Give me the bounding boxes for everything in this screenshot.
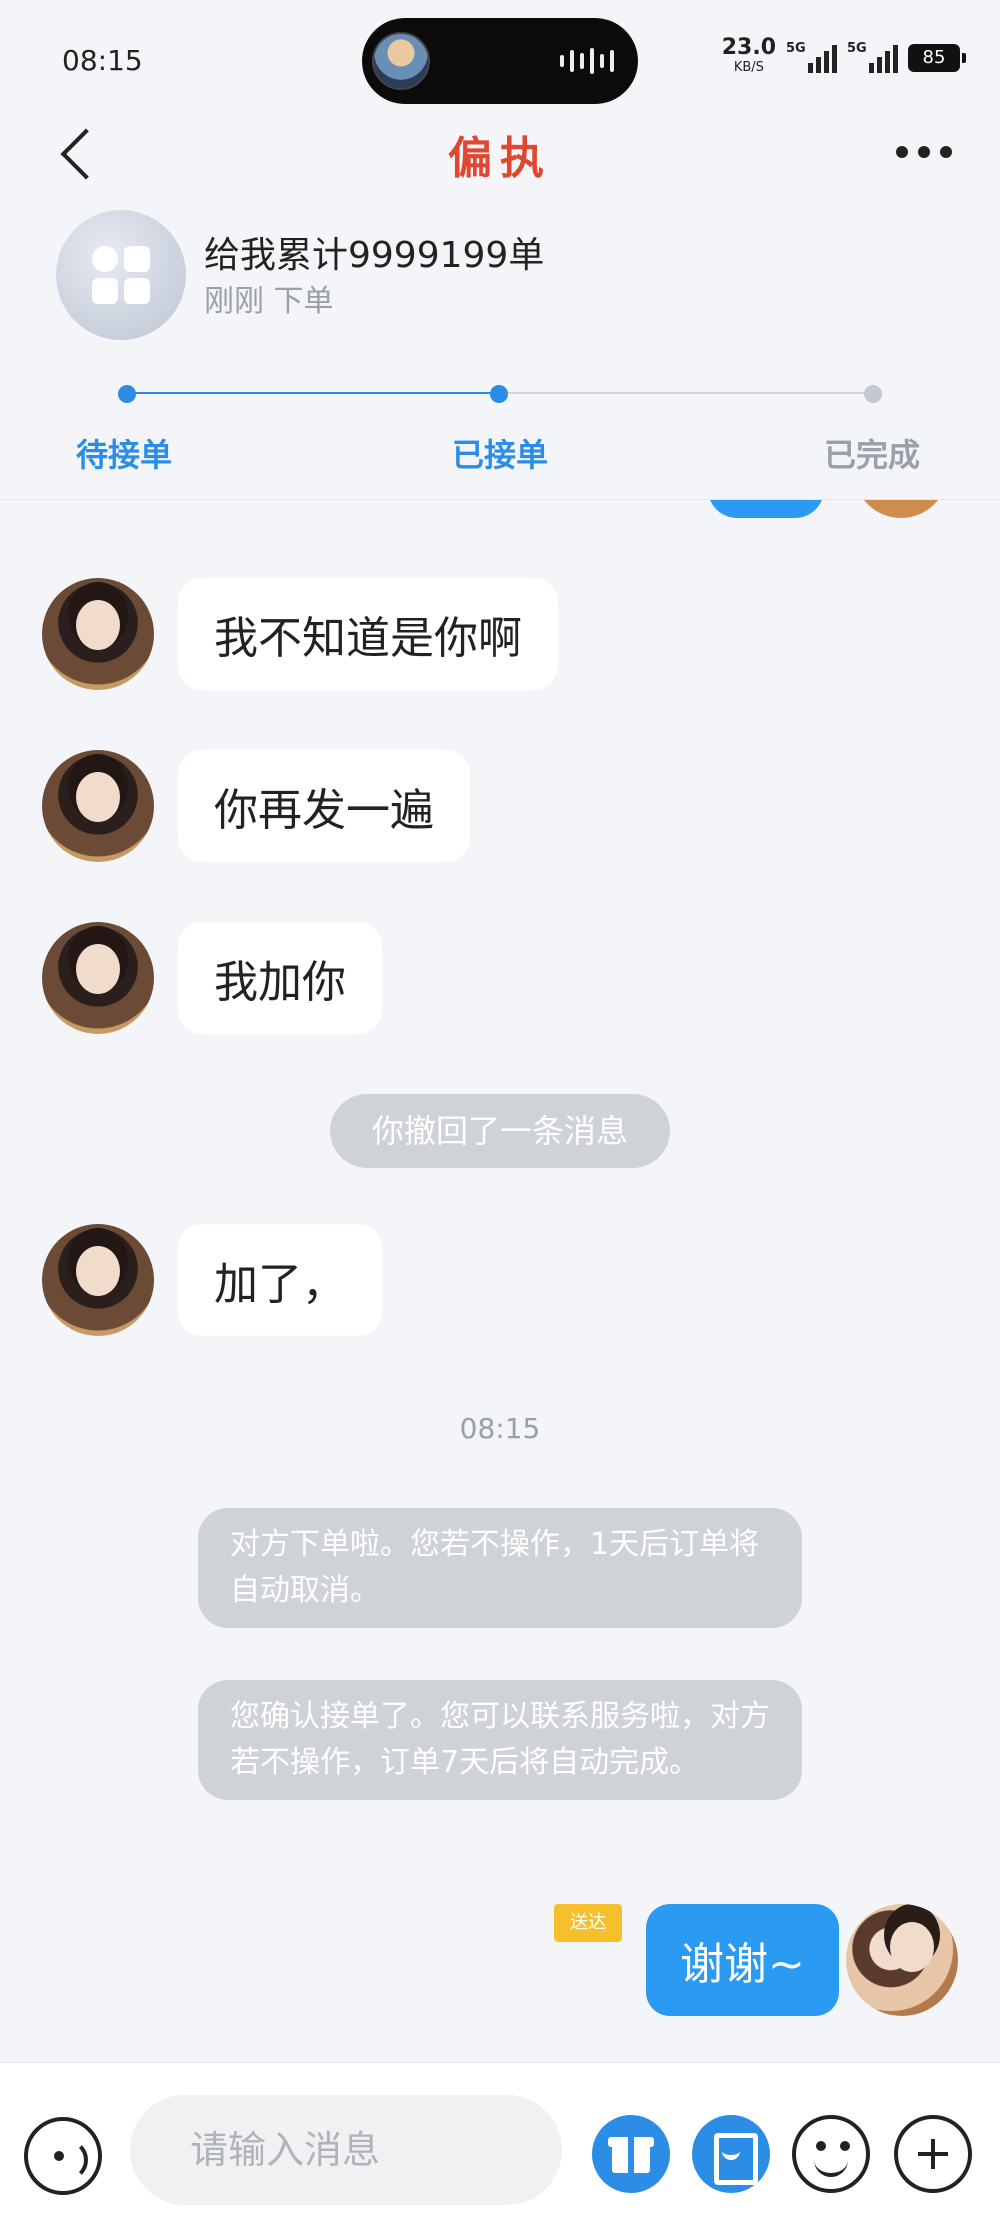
signal-label-2: 5G bbox=[847, 41, 867, 56]
dynamic-island[interactable] bbox=[362, 18, 638, 104]
message-bubble-received[interactable]: 加了， bbox=[178, 1224, 382, 1336]
delivered-tag: 送达 bbox=[554, 1904, 622, 1942]
voice-input-icon[interactable] bbox=[24, 2117, 102, 2195]
avatar-contact[interactable] bbox=[42, 922, 154, 1034]
red-packet-icon[interactable] bbox=[692, 2115, 770, 2193]
message-input[interactable] bbox=[130, 2095, 562, 2205]
signal-icon: 5G bbox=[847, 41, 898, 73]
recall-notice: 你撤回了一条消息 bbox=[330, 1094, 670, 1168]
step-dot-pending bbox=[118, 385, 136, 403]
avatar-contact[interactable] bbox=[42, 578, 154, 690]
status-indicators: 23.0 KB/S 5G 5G 85 bbox=[721, 35, 966, 78]
status-bar: 08:15 23.0 KB/S 5G 5G 85 bbox=[0, 0, 1000, 110]
gift-icon[interactable] bbox=[592, 2115, 670, 2193]
input-bar bbox=[0, 2062, 1000, 2235]
island-media-thumbnail bbox=[372, 32, 430, 90]
message-bubble-sent-partial[interactable] bbox=[708, 500, 824, 518]
avatar-me-partial[interactable] bbox=[854, 500, 948, 518]
order-app-icon[interactable] bbox=[56, 210, 186, 340]
nav-bar: 偏执 bbox=[0, 110, 1000, 200]
avatar-contact[interactable] bbox=[42, 1224, 154, 1336]
audio-wave-icon bbox=[560, 48, 614, 74]
message-bubble-received[interactable]: 我加你 bbox=[178, 922, 382, 1034]
order-progress-fill bbox=[126, 392, 499, 394]
chat-timestamp: 08:15 bbox=[459, 1412, 541, 1445]
order-title: 给我累计9999199单 bbox=[204, 235, 545, 276]
message-bubble-received[interactable]: 你再发一遍 bbox=[178, 750, 470, 862]
status-time: 08:15 bbox=[62, 44, 143, 77]
message-bubble-received[interactable]: 我不知道是你啊 bbox=[178, 578, 558, 690]
step-label-pending: 待接单 bbox=[76, 436, 173, 474]
battery-icon: 85 bbox=[908, 44, 966, 72]
order-card: 给我累计9999199单 刚刚 下单 待接单 已接单 已完成 bbox=[0, 200, 1000, 500]
chat-area[interactable]: 我不知道是你啊 你再发一遍 我加你 你撤回了一条消息 加了， 08:15 对方下… bbox=[0, 500, 1000, 2060]
network-speed-unit: KB/S bbox=[733, 60, 764, 75]
network-speed: 23.0 KB/S bbox=[721, 35, 776, 78]
message-bubble-sent[interactable]: 谢谢~ bbox=[646, 1904, 839, 2016]
step-dot-accepted bbox=[490, 385, 508, 403]
system-message-order-accepted: 您确认接单了。您可以联系服务啦，对方若不操作，订单7天后将自动完成。 bbox=[198, 1680, 802, 1800]
step-label-accepted: 已接单 bbox=[452, 436, 549, 474]
system-message-order-placed: 对方下单啦。您若不操作，1天后订单将自动取消。 bbox=[198, 1508, 802, 1628]
signal-icon: 5G bbox=[786, 41, 837, 73]
step-label-completed: 已完成 bbox=[824, 436, 921, 474]
avatar-me[interactable] bbox=[846, 1904, 958, 2016]
network-speed-value: 23.0 bbox=[721, 35, 776, 60]
avatar-contact[interactable] bbox=[42, 750, 154, 862]
emoji-icon[interactable] bbox=[792, 2115, 870, 2193]
order-subtitle: 刚刚 下单 bbox=[204, 284, 334, 319]
signal-label-1: 5G bbox=[786, 41, 806, 56]
step-dot-completed bbox=[864, 385, 882, 403]
page-title: 偏执 bbox=[448, 133, 552, 184]
plus-icon[interactable] bbox=[894, 2115, 972, 2193]
more-icon[interactable] bbox=[896, 146, 952, 158]
